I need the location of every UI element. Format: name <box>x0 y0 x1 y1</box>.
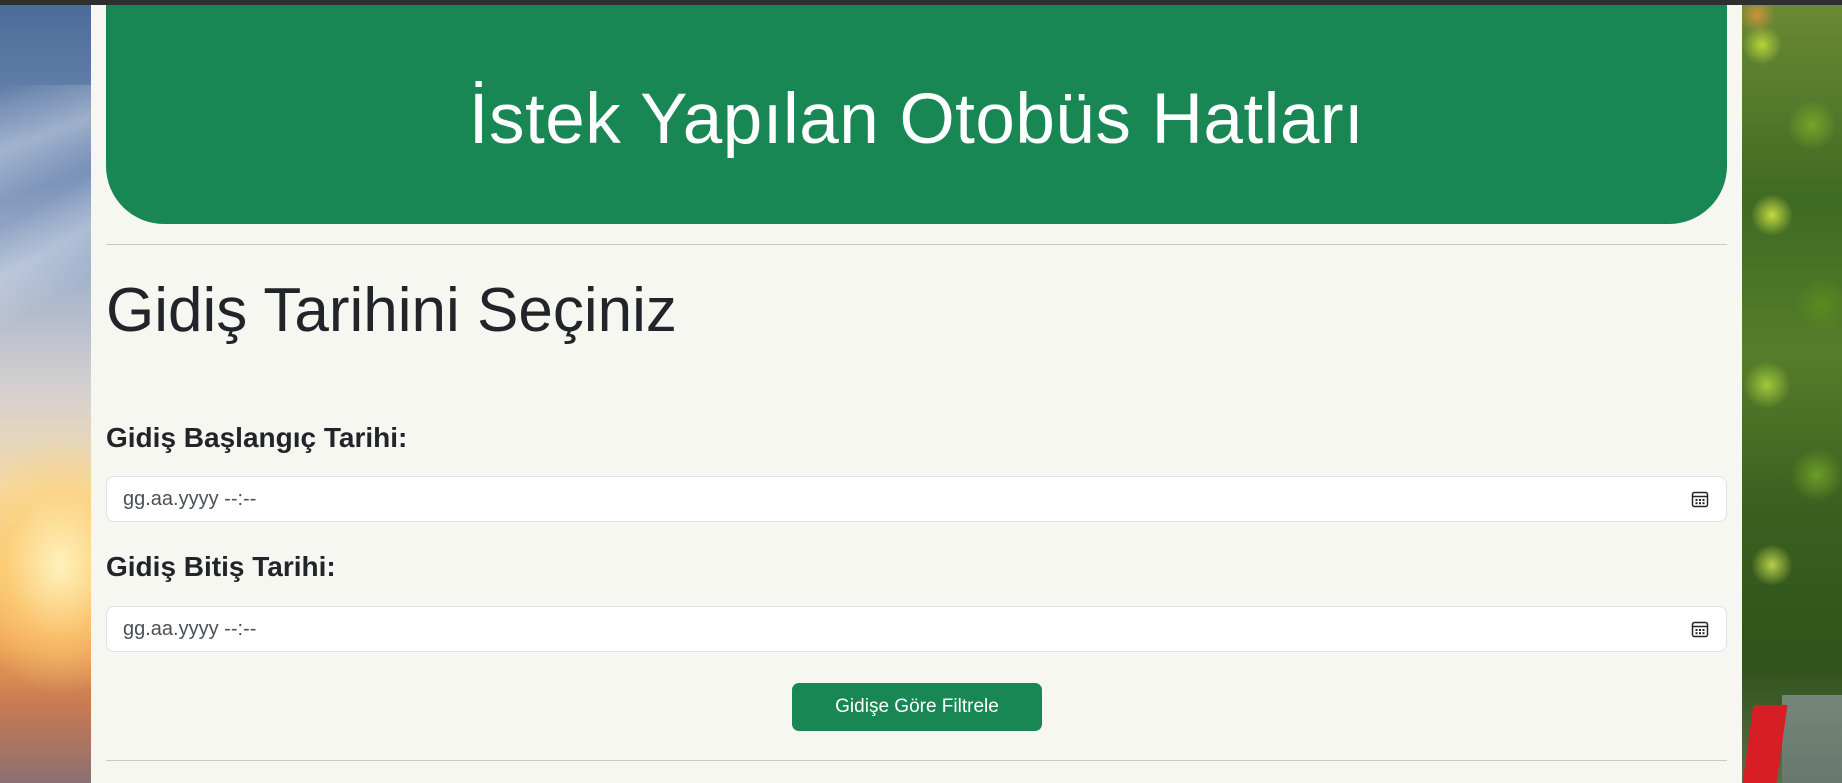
background-foliage-right <box>1742 5 1842 783</box>
background-structure <box>1782 695 1842 783</box>
end-date-placeholder: gg.aa.yyyy --:-- <box>123 617 257 640</box>
background-sunset-left <box>0 5 91 783</box>
background-red-flag <box>1742 705 1788 783</box>
start-date-label: Gidiş Başlangıç Tarihi: <box>106 422 408 453</box>
end-date-input[interactable]: gg.aa.yyyy --:-- <box>106 606 1727 652</box>
divider-bottom <box>106 760 1727 761</box>
page-title: İstek Yapılan Otobüs Hatları <box>468 80 1365 159</box>
content-panel: İstek Yapılan Otobüs Hatları Gidiş Tarih… <box>91 5 1742 783</box>
end-date-label: Gidiş Bitiş Tarihi: <box>106 551 336 582</box>
section-title: Gidiş Tarihini Seçiniz <box>106 276 677 345</box>
page: İstek Yapılan Otobüs Hatları Gidiş Tarih… <box>0 0 1842 783</box>
filter-by-departure-button[interactable]: Gidişe Göre Filtrele <box>792 683 1042 731</box>
calendar-icon[interactable] <box>1690 489 1710 509</box>
start-date-placeholder: gg.aa.yyyy --:-- <box>123 487 257 510</box>
calendar-icon[interactable] <box>1690 619 1710 639</box>
window-top-strip <box>0 0 1842 5</box>
divider-top <box>106 244 1727 245</box>
header-banner: İstek Yapılan Otobüs Hatları <box>106 5 1727 224</box>
start-date-input[interactable]: gg.aa.yyyy --:-- <box>106 476 1727 522</box>
